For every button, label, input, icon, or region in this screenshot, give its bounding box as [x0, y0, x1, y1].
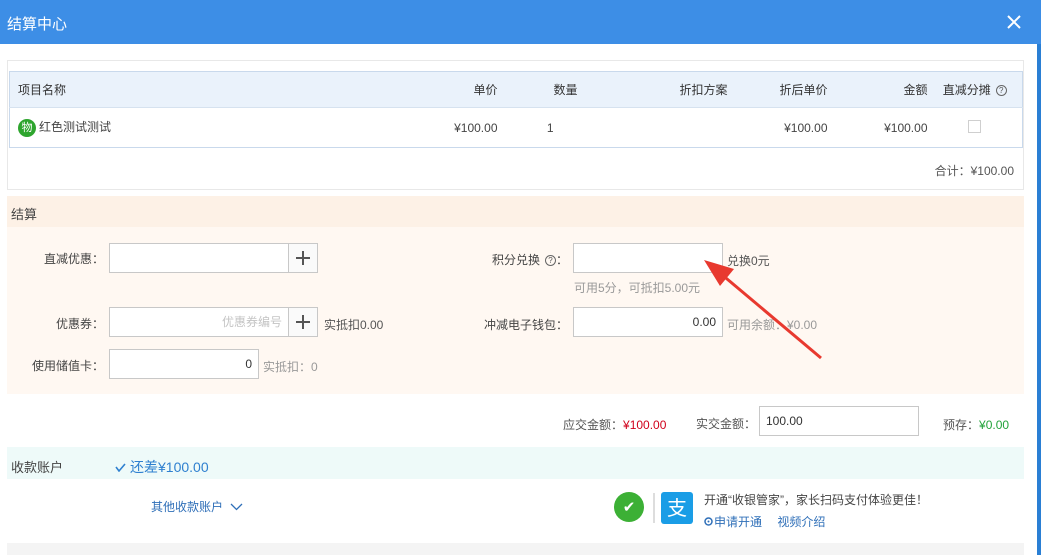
header-direct-split-label: 直减分摊: [942, 83, 991, 97]
header-quantity: 数量: [497, 71, 578, 108]
total-label: 合计：¥100.00: [934, 164, 1014, 178]
coupon-label: 优惠券：: [55, 317, 104, 331]
items-panel: 项目名称 单价 数量 折扣方案 折后单价 金额 直减分摊? 物红色测试测试 ¥1…: [7, 60, 1024, 190]
payment-logos: ✔ 支: [613, 491, 695, 528]
coupon-deduct-note: 实抵扣0.00: [324, 318, 384, 332]
row-name: 红色测试测试: [39, 120, 112, 135]
direct-split-checkbox[interactable]: [968, 119, 982, 133]
direct-discount-label: 直减优惠：: [43, 252, 104, 266]
header-amount: 金额: [827, 71, 928, 108]
promo-links: 申请开通 视频介绍: [703, 513, 825, 530]
alipay-icon: 支: [661, 492, 693, 524]
prestore-amount: 预存：¥0.00: [943, 416, 1009, 433]
account-header: 收款账户 还差¥100.00: [7, 447, 1024, 479]
stored-card-input[interactable]: [109, 349, 259, 379]
table-row: 物红色测试测试 ¥100.00 1 ¥100.00 ¥100.00: [9, 107, 1023, 148]
add-coupon-button[interactable]: [288, 307, 318, 337]
paid-label: 实交金额：: [696, 417, 757, 431]
annotation-arrow-icon: [704, 260, 822, 360]
wechat-alipay-logos: ✔ 支: [614, 492, 693, 524]
row-unit-price: ¥100.00: [294, 107, 498, 148]
footer-band: [7, 543, 1024, 555]
wallet-label: 冲减电子钱包：: [483, 318, 568, 332]
stored-card-label: 使用储值卡：: [31, 359, 104, 373]
other-accounts-label: 其他收款账户: [151, 500, 224, 514]
due-value: ¥100.00: [623, 418, 667, 432]
due-label: 应交金额：: [563, 418, 624, 432]
dialog-title: 结算中心: [7, 16, 68, 33]
due-amount: 应交金额：¥100.00: [563, 416, 666, 433]
items-table: 项目名称 单价 数量 折扣方案 折后单价 金额 直减分摊? 物红色测试测试 ¥1…: [9, 71, 1023, 148]
account-title: 收款账户: [11, 460, 64, 475]
difference-value: 还差¥100.00: [130, 459, 209, 475]
points-available-hint: 可用5分，可抵扣5.00元: [574, 281, 701, 295]
stored-card-deduct-note: 实抵扣：0: [263, 360, 318, 374]
video-intro-link[interactable]: 视频介绍: [777, 515, 825, 529]
settlement-header: 结算: [7, 196, 1024, 227]
points-help-icon[interactable]: ?: [544, 255, 556, 266]
direct-discount-input[interactable]: [109, 243, 289, 273]
header-discounted-price: 折后单价: [727, 71, 828, 108]
header-direct-split: 直减分摊?: [927, 71, 1023, 108]
dialog-titlebar: 结算中心: [0, 0, 1041, 44]
window-edge: [1037, 44, 1041, 555]
row-quantity: 1: [497, 107, 578, 148]
header-unit-price: 单价: [294, 71, 498, 108]
prestore-label: 预存：: [943, 418, 980, 432]
wechat-pay-icon: ✔: [614, 492, 644, 522]
chevron-down-icon: [230, 503, 243, 511]
row-name-cell: 物红色测试测试: [9, 107, 295, 148]
points-label-wrap: 积分兑换?：: [470, 251, 568, 268]
prestore-value: ¥0.00: [979, 418, 1010, 432]
points-label: 积分兑换: [491, 253, 540, 267]
header-discount-plan: 折扣方案: [577, 71, 728, 108]
points-colon: ：: [555, 253, 568, 267]
gear-icon: [704, 517, 713, 526]
close-icon[interactable]: [1001, 9, 1027, 35]
row-direct-split-cell: [927, 107, 1023, 148]
row-discount-plan[interactable]: [577, 107, 728, 148]
check-icon: [115, 463, 126, 473]
svg-text:✔: ✔: [623, 498, 636, 516]
difference-status: 还差¥100.00: [115, 457, 209, 477]
row-discounted-price: ¥100.00: [727, 107, 828, 148]
help-icon[interactable]: ?: [995, 85, 1007, 96]
cashier-promo-text: 开通“收银管家”，家长扫码支付体验更佳！: [704, 493, 928, 507]
add-direct-discount-button[interactable]: [288, 243, 318, 273]
paid-amount-input[interactable]: [759, 406, 919, 436]
goods-badge-icon: 物: [18, 118, 36, 137]
row-amount: ¥100.00: [827, 107, 928, 148]
table-header-row: 项目名称 单价 数量 折扣方案 折后单价 金额 直减分摊?: [9, 71, 1023, 108]
settlement-title: 结算: [11, 207, 38, 222]
header-name: 项目名称: [9, 71, 295, 108]
coupon-input[interactable]: [109, 307, 289, 337]
other-accounts-link[interactable]: 其他收款账户: [151, 498, 243, 515]
svg-text:支: 支: [667, 496, 687, 520]
apply-open-link[interactable]: 申请开通: [714, 515, 762, 529]
